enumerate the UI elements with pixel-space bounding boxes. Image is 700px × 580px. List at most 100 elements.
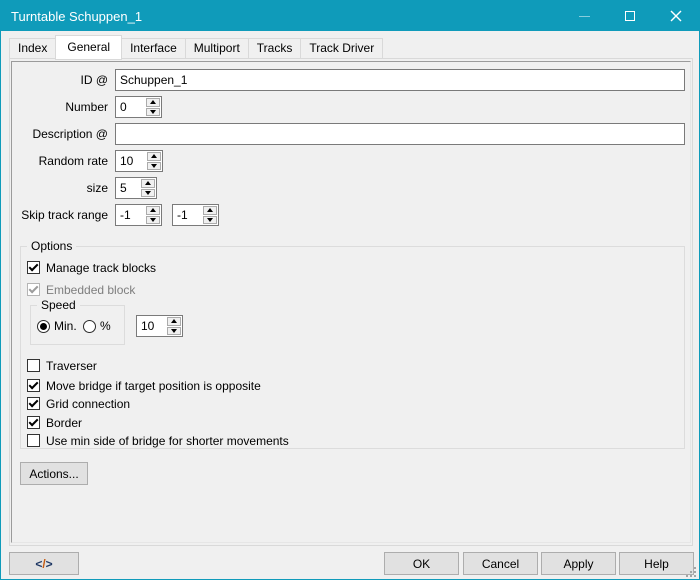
checkbox-label: Traverser bbox=[46, 359, 97, 373]
checkbox-embedded-block: Embedded block bbox=[27, 282, 135, 297]
checkbox-box bbox=[27, 359, 40, 372]
spin-down-button[interactable] bbox=[141, 189, 155, 198]
tab-track-driver[interactable]: Track Driver bbox=[300, 38, 383, 59]
minimize-icon bbox=[579, 16, 590, 17]
code-button[interactable]: </> bbox=[9, 552, 79, 575]
random-rate-input[interactable] bbox=[116, 151, 146, 171]
up-arrow-icon bbox=[171, 319, 177, 323]
spin-up-button[interactable] bbox=[147, 152, 161, 161]
spin-up-button[interactable] bbox=[146, 206, 160, 215]
down-arrow-icon bbox=[145, 191, 151, 195]
form-panel: ID @ Number Description @ Random rate bbox=[11, 61, 691, 543]
tab-page-general: ID @ Number Description @ Random rate bbox=[9, 58, 693, 546]
radio-circle bbox=[37, 320, 50, 333]
spin-down-button[interactable] bbox=[167, 327, 181, 336]
spin-up-button[interactable] bbox=[146, 98, 160, 107]
code-lt: < bbox=[35, 557, 42, 571]
spin-up-button[interactable] bbox=[141, 179, 155, 188]
up-arrow-icon bbox=[207, 208, 213, 212]
radio-label: % bbox=[100, 319, 111, 333]
down-arrow-icon bbox=[207, 218, 213, 222]
resize-grip[interactable] bbox=[686, 566, 696, 576]
skip-track-range-input-2[interactable] bbox=[173, 205, 202, 225]
up-arrow-icon bbox=[150, 100, 156, 104]
down-arrow-icon bbox=[150, 110, 156, 114]
maximize-button[interactable] bbox=[607, 1, 653, 31]
radio-label: Min. bbox=[54, 319, 77, 333]
description-input[interactable] bbox=[115, 123, 685, 145]
up-arrow-icon bbox=[151, 154, 157, 158]
checkbox-box bbox=[27, 261, 40, 274]
speed-groupbox: Speed Min. % bbox=[30, 305, 125, 345]
speed-spinner[interactable] bbox=[136, 315, 183, 337]
tab-interface[interactable]: Interface bbox=[121, 38, 186, 59]
help-button[interactable]: Help bbox=[619, 552, 694, 575]
size-input[interactable] bbox=[116, 178, 140, 198]
code-gt: > bbox=[46, 557, 53, 571]
radio-circle bbox=[83, 320, 96, 333]
skip-track-range-input-1[interactable] bbox=[116, 205, 145, 225]
checkbox-box bbox=[27, 379, 40, 392]
spin-down-button[interactable] bbox=[203, 216, 217, 225]
checkbox-box bbox=[27, 397, 40, 410]
titlebar[interactable]: Turntable Schuppen_1 bbox=[1, 1, 699, 31]
size-spinner[interactable] bbox=[115, 177, 157, 199]
checkbox-label: Move bridge if target position is opposi… bbox=[46, 379, 261, 393]
checkbox-box bbox=[27, 283, 40, 296]
checkbox-label: Grid connection bbox=[46, 397, 130, 411]
description-label: Description @ bbox=[12, 123, 108, 145]
tab-multiport[interactable]: Multiport bbox=[185, 38, 249, 59]
checkbox-border[interactable]: Border bbox=[27, 415, 82, 430]
number-spinner[interactable] bbox=[115, 96, 162, 118]
id-label: ID @ bbox=[12, 69, 108, 91]
checkbox-label: Embedded block bbox=[46, 283, 135, 297]
dialog-window: Turntable Schuppen_1 Index General Inter… bbox=[0, 0, 700, 580]
radio-speed-percent[interactable]: % bbox=[83, 319, 111, 333]
minimize-button bbox=[561, 1, 607, 31]
up-arrow-icon bbox=[145, 181, 151, 185]
checkbox-label: Border bbox=[46, 416, 82, 430]
spin-down-button[interactable] bbox=[146, 216, 160, 225]
close-icon bbox=[670, 10, 682, 22]
tab-general[interactable]: General bbox=[55, 35, 122, 60]
down-arrow-icon bbox=[171, 329, 177, 333]
close-button[interactable] bbox=[653, 1, 699, 31]
spin-down-button[interactable] bbox=[147, 162, 161, 171]
speed-input[interactable] bbox=[137, 316, 166, 336]
resize-grip-icon bbox=[686, 567, 696, 577]
options-group-label: Options bbox=[27, 239, 76, 254]
window-title: Turntable Schuppen_1 bbox=[1, 9, 561, 24]
down-arrow-icon bbox=[151, 164, 157, 168]
skip-track-range-spinner-1[interactable] bbox=[115, 204, 162, 226]
maximize-icon bbox=[625, 11, 635, 21]
checkbox-traverser[interactable]: Traverser bbox=[27, 358, 97, 373]
checkbox-manage-track-blocks[interactable]: Manage track blocks bbox=[27, 260, 156, 275]
checkbox-grid-connection[interactable]: Grid connection bbox=[27, 396, 130, 411]
radio-speed-min[interactable]: Min. bbox=[37, 319, 77, 333]
options-groupbox: Options Manage track blocks Embedded blo… bbox=[20, 246, 685, 449]
checkbox-box bbox=[27, 434, 40, 447]
random-rate-spinner[interactable] bbox=[115, 150, 163, 172]
ok-button[interactable]: OK bbox=[384, 552, 459, 575]
spin-down-button[interactable] bbox=[146, 108, 160, 117]
id-input[interactable] bbox=[115, 69, 685, 91]
speed-group-label: Speed bbox=[37, 298, 80, 313]
checkbox-use-min-side[interactable]: Use min side of bridge for shorter movem… bbox=[27, 433, 289, 448]
checkbox-label: Manage track blocks bbox=[46, 261, 156, 275]
cancel-button[interactable]: Cancel bbox=[463, 552, 538, 575]
spin-up-button[interactable] bbox=[167, 317, 181, 326]
random-rate-label: Random rate bbox=[12, 150, 108, 172]
number-input[interactable] bbox=[116, 97, 145, 117]
skip-track-range-spinner-2[interactable] bbox=[172, 204, 219, 226]
size-label: size bbox=[12, 177, 108, 199]
up-arrow-icon bbox=[150, 208, 156, 212]
tab-index[interactable]: Index bbox=[9, 38, 56, 59]
spin-up-button[interactable] bbox=[203, 206, 217, 215]
checkbox-move-bridge[interactable]: Move bridge if target position is opposi… bbox=[27, 378, 261, 393]
tab-tracks[interactable]: Tracks bbox=[248, 38, 302, 59]
actions-button[interactable]: Actions... bbox=[20, 462, 88, 485]
number-label: Number bbox=[12, 96, 108, 118]
checkbox-box bbox=[27, 416, 40, 429]
apply-button[interactable]: Apply bbox=[541, 552, 616, 575]
tab-strip: Index General Interface Multiport Tracks… bbox=[9, 35, 382, 59]
